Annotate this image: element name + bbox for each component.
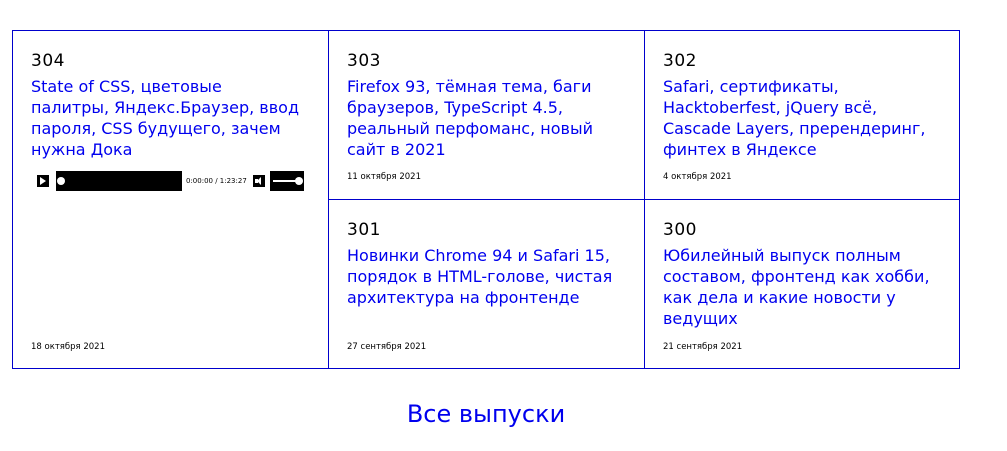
episode-card-303: 303 Firefox 93, тёмная тема, баги браузе… [329,31,645,200]
episode-date: 21 сентября 2021 [663,342,743,352]
play-icon[interactable] [37,175,49,187]
episodes-grid: 304 State of CSS, цветовые палитры, Янде… [12,30,960,369]
audio-player: 0:00:00 / 1:23:27 [37,171,305,191]
episode-date: 4 октября 2021 [663,172,732,182]
episode-number: 301 [347,220,381,240]
episode-number: 304 [31,51,65,71]
episode-card-304: 304 State of CSS, цветовые палитры, Янде… [13,31,329,368]
episode-title-link[interactable]: Firefox 93, тёмная тема, баги браузеров,… [347,76,626,160]
volume-knob[interactable] [294,177,303,185]
progress-slider[interactable] [56,171,182,191]
episode-date: 11 октября 2021 [347,172,422,182]
time-display: 0:00:00 / 1:23:27 [186,177,247,185]
episode-number: 303 [347,51,381,71]
progress-knob[interactable] [57,177,65,185]
episode-date: 18 октября 2021 [31,342,106,352]
episode-title-link[interactable]: State of CSS, цветовые палитры, Яндекс.Б… [31,76,310,160]
volume-icon[interactable] [252,175,265,187]
volume-slider[interactable] [269,171,304,191]
episode-number: 302 [663,51,697,71]
episode-title-link[interactable]: Новинки Chrome 94 и Safari 15, порядок в… [347,245,626,308]
episode-title-link[interactable]: Юбилейный выпуск полным составом, фронте… [663,245,941,329]
episode-date: 27 сентября 2021 [347,342,427,352]
episode-title-link[interactable]: Safari, сертификаты, Hacktoberfest, jQue… [663,76,941,160]
all-episodes-link[interactable]: Все выпуски [0,400,972,428]
episode-number: 300 [663,220,697,240]
episode-card-302: 302 Safari, сертификаты, Hacktoberfest, … [645,31,959,200]
episode-card-300: 300 Юбилейный выпуск полным составом, фр… [645,200,959,368]
episode-card-301: 301 Новинки Chrome 94 и Safari 15, поряд… [329,200,645,368]
